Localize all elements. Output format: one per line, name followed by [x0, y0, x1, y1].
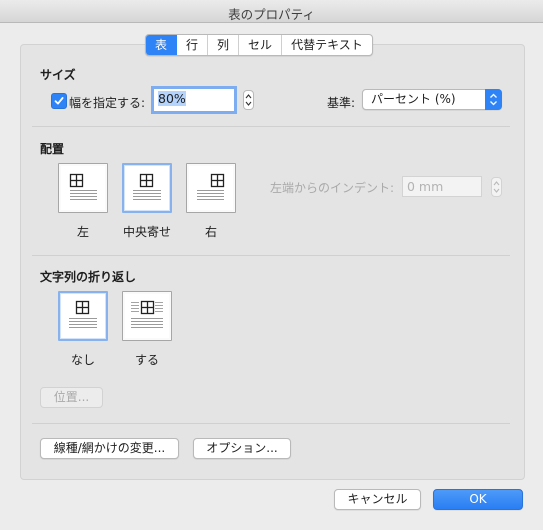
indent-label: 左端からのインデント: — [270, 181, 395, 195]
align-center-button[interactable] — [122, 163, 172, 213]
divider — [32, 126, 510, 127]
align-right-icon — [197, 173, 225, 200]
align-left-button[interactable] — [58, 163, 108, 213]
divider — [32, 423, 510, 424]
alignment-section-title: 配置 — [40, 142, 65, 156]
cancel-button[interactable]: キャンセル — [334, 489, 421, 510]
borders-shading-button[interactable]: 線種/網かけの変更... — [40, 438, 179, 459]
align-right-label: 右 — [204, 225, 217, 239]
indent-input[interactable]: 0 mm — [402, 176, 482, 197]
tab-bar: 表 行 列 セル 代替テキスト — [145, 34, 373, 56]
wrap-none-label: なし — [70, 353, 95, 367]
tab-row[interactable]: 行 — [177, 35, 209, 55]
options-button[interactable]: オプション... — [193, 438, 291, 459]
wrap-around-icon — [131, 300, 163, 328]
wrap-none-button[interactable] — [58, 291, 108, 341]
window-title: 表のプロパティ — [228, 7, 315, 22]
position-button[interactable]: 位置... — [40, 387, 103, 408]
width-checkbox[interactable] — [51, 93, 67, 109]
stepper-arrows-icon — [245, 94, 252, 106]
width-value: 80% — [158, 91, 186, 106]
tab-column[interactable]: 列 — [208, 35, 240, 55]
width-checkbox-label: 幅を指定する: — [69, 96, 146, 110]
stepper-arrows-icon — [493, 181, 500, 193]
width-stepper[interactable] — [243, 90, 254, 110]
wrapping-section-title: 文字列の折り返し — [40, 270, 137, 284]
divider — [32, 255, 510, 256]
indent-stepper[interactable] — [491, 177, 502, 197]
align-center-label: 中央寄せ — [122, 225, 171, 239]
size-section-title: サイズ — [40, 68, 76, 82]
align-left-icon — [69, 173, 97, 200]
width-input[interactable]: 80% — [154, 89, 234, 111]
checkmark-icon — [54, 97, 64, 105]
ok-button[interactable]: OK — [433, 489, 523, 510]
tab-table[interactable]: 表 — [146, 35, 178, 55]
indent-value: 0 mm — [407, 179, 444, 194]
basis-label: 基準: — [327, 96, 356, 110]
wrap-around-label: する — [134, 353, 159, 367]
align-left-label: 左 — [76, 225, 89, 239]
tab-alt-text[interactable]: 代替テキスト — [282, 35, 372, 55]
basis-select[interactable]: パーセント (%) — [362, 89, 502, 110]
wrap-none-icon — [69, 300, 97, 328]
align-right-button[interactable] — [186, 163, 236, 213]
tab-cell[interactable]: セル — [239, 35, 283, 55]
basis-value: パーセント (%) — [371, 92, 456, 106]
align-center-icon — [133, 173, 161, 200]
chevron-updown-icon — [485, 89, 502, 110]
title-bar[interactable]: 表のプロパティ — [0, 0, 543, 23]
wrap-around-button[interactable] — [122, 291, 172, 341]
